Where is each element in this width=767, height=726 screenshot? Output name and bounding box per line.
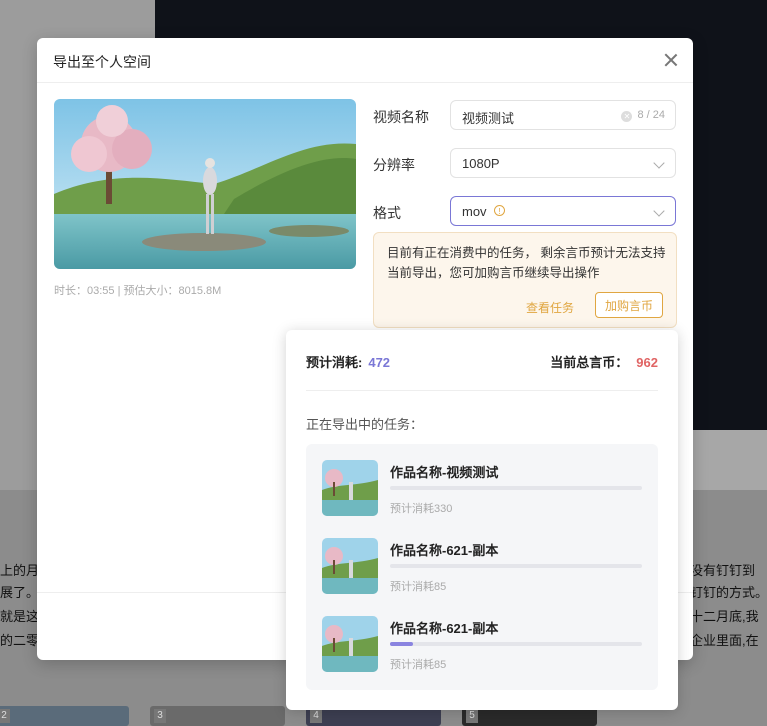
clear-icon[interactable]: ✕: [621, 111, 633, 122]
resolution-label: 分辨率: [373, 157, 415, 173]
close-icon[interactable]: [663, 52, 679, 68]
task-list: 作品名称-视频测试 预计消耗330 作品名称-621-副本 预计消耗85 作品名…: [306, 444, 658, 690]
warning-text: 目前有正在消费中的任务， 剩余言币预计无法支持当前导出，您可加购言币继续导出操作: [387, 246, 666, 280]
task-progress-bar: [390, 486, 642, 490]
total-coins: 当前总言币： 962: [550, 352, 658, 371]
task-item[interactable]: 作品名称-621-副本 预计消耗85: [322, 616, 647, 672]
task-thumbnail: [322, 460, 378, 516]
chevron-down-icon: [653, 157, 665, 169]
chevron-down-icon: [653, 205, 665, 217]
estimated-cost-label: 预计消耗:: [306, 355, 363, 370]
background-text-left-3: 就是这: [0, 609, 40, 624]
scene-number: 2: [0, 709, 10, 723]
dialog-header: 导出至个人空间: [37, 38, 693, 83]
total-coins-value: 962: [636, 355, 658, 370]
name-label: 视频名称: [373, 109, 429, 125]
task-name: 作品名称-视频测试: [390, 465, 499, 480]
background-text-right-1: 没有钉钉到: [690, 563, 756, 578]
tasks-heading: 正在导出中的任务：: [306, 417, 424, 432]
task-progress-bar: [390, 642, 642, 646]
total-coins-label: 当前总言币：: [550, 355, 629, 370]
name-count-text: 8 / 24: [637, 109, 665, 121]
task-name: 作品名称-621-副本: [390, 543, 499, 558]
task-thumbnail: [322, 616, 378, 672]
popover-divider: [306, 390, 658, 391]
estimated-cost-value: 472: [368, 355, 391, 370]
scene-number: 3: [154, 709, 166, 723]
resolution-select[interactable]: 1080P: [450, 148, 676, 178]
background-text-right-4: 企业里面,在: [690, 633, 759, 648]
name-counter: ✕ 8 / 24: [621, 109, 665, 122]
estimated-cost: 预计消耗: 472: [306, 352, 390, 371]
name-input-value: 视频测试: [462, 111, 515, 126]
name-field[interactable]: 视频测试 ✕ 8 / 24: [450, 100, 676, 130]
background-text-right-2: 钉钉的方式。: [690, 585, 767, 600]
task-thumbnail: [322, 538, 378, 594]
background-scene-thumb[interactable]: 2: [0, 706, 129, 726]
task-item[interactable]: 作品名称-视频测试 预计消耗330: [322, 460, 647, 516]
background-scene-thumb[interactable]: 3: [150, 706, 285, 726]
format-label: 格式: [373, 205, 401, 221]
buy-coins-button[interactable]: 加购言币: [595, 292, 663, 318]
resolution-value: 1080P: [462, 156, 500, 171]
background-text-right-3: 十二月底,我: [690, 609, 759, 624]
video-preview: [54, 99, 356, 269]
task-cost: 预计消耗85: [390, 659, 447, 671]
coin-warning-banner: 目前有正在消费中的任务， 剩余言币预计无法支持当前导出，您可加购言币继续导出操作…: [373, 232, 677, 328]
scene-image: [54, 99, 356, 269]
task-progress-bar: [390, 564, 642, 568]
view-tasks-link[interactable]: 查看任务: [526, 299, 574, 316]
background-text-left-4: 的二零: [0, 633, 40, 648]
scene-number: 5: [466, 709, 478, 723]
task-cost: 预计消耗330: [390, 503, 453, 515]
video-meta: 时长：03:55 | 预估大小：8015.8M: [54, 285, 222, 297]
task-name: 作品名称-621-副本: [390, 621, 499, 636]
format-select[interactable]: mov !: [450, 196, 676, 226]
task-cost: 预计消耗85: [390, 581, 447, 593]
info-icon[interactable]: !: [494, 205, 505, 216]
dialog-title: 导出至个人空间: [53, 54, 151, 70]
format-value: mov: [462, 204, 487, 219]
task-item[interactable]: 作品名称-621-副本 预计消耗85: [322, 538, 647, 594]
task-progress-fill: [390, 642, 413, 646]
export-tasks-popover: 预计消耗: 472 当前总言币： 962 正在导出中的任务： 作品名称-视频测试 预…: [286, 330, 678, 710]
background-text-left-1: 上的月: [0, 563, 40, 578]
background-text-left-2: 展了。: [0, 585, 40, 600]
scene-number: 4: [310, 709, 322, 723]
